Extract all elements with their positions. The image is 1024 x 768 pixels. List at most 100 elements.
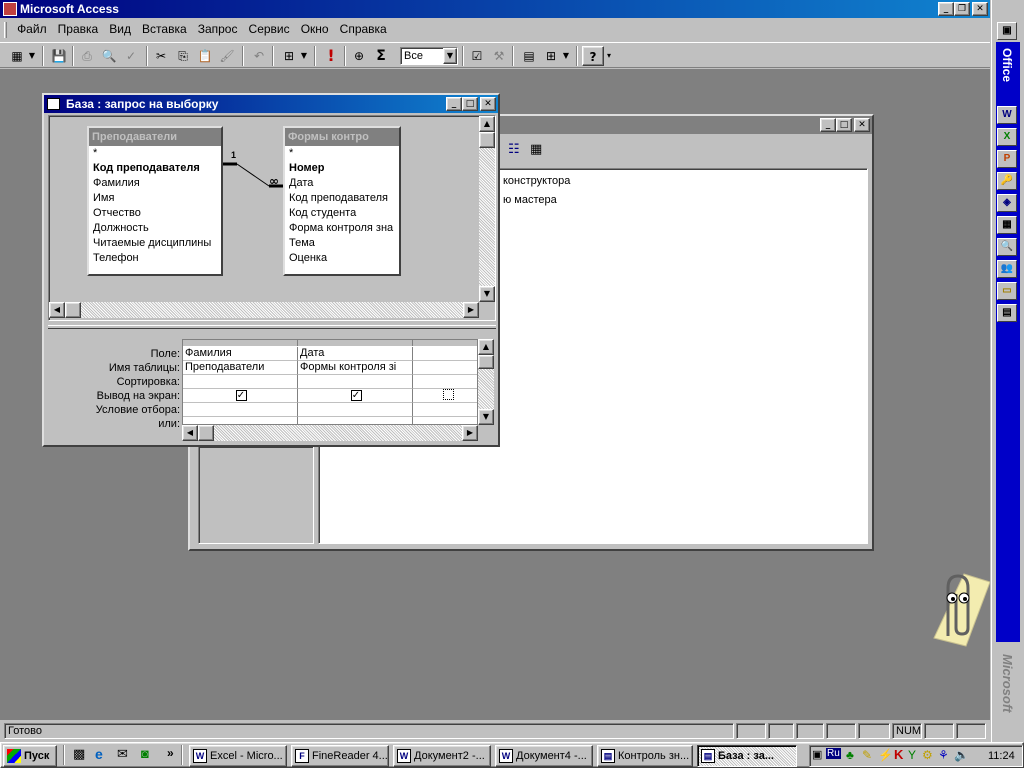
- query-type-icon[interactable]: ⊞: [278, 46, 300, 66]
- scroll-thumb[interactable]: [65, 302, 81, 318]
- users-icon[interactable]: 👥: [997, 260, 1017, 278]
- internet-explorer-icon[interactable]: e: [95, 746, 103, 762]
- grid-sort-cell[interactable]: [413, 375, 477, 389]
- show-desktop-icon[interactable]: ▩: [73, 747, 85, 762]
- tray-app-icon[interactable]: ⚘: [938, 748, 949, 762]
- channels-icon[interactable]: ◙: [141, 746, 149, 761]
- grid-or-cell[interactable]: [183, 417, 298, 424]
- access-icon[interactable]: 🔑: [997, 172, 1017, 190]
- close-button[interactable]: ✕: [972, 2, 988, 16]
- cut-icon[interactable]: ✂: [150, 46, 172, 66]
- scroll-thumb[interactable]: [479, 132, 495, 148]
- field-list-item[interactable]: Отчество: [89, 206, 221, 221]
- db-close-button[interactable]: ✕: [854, 118, 870, 132]
- show-checkbox[interactable]: ✓: [235, 390, 247, 401]
- details-view-icon[interactable]: ▦: [530, 142, 542, 157]
- db-maximize-button[interactable]: □: [836, 118, 852, 132]
- field-list-item[interactable]: *: [285, 146, 399, 161]
- clock[interactable]: 11:24: [988, 750, 1015, 762]
- column-selector[interactable]: [413, 340, 477, 346]
- field-list-item[interactable]: *: [89, 146, 221, 161]
- task-document4[interactable]: W Документ4 -...: [495, 745, 593, 767]
- scroll-left-icon[interactable]: ◀: [49, 302, 65, 318]
- query-window-titlebar[interactable]: База : запрос на выборку _ □ ✕: [44, 95, 498, 113]
- preview-icon[interactable]: 🔍: [98, 46, 120, 66]
- menu-view[interactable]: Вид: [105, 19, 135, 39]
- volume-icon[interactable]: 🔈: [954, 748, 969, 762]
- start-button[interactable]: Пуск: [3, 745, 57, 767]
- task-document2[interactable]: W Документ2 -...: [393, 745, 491, 767]
- outlook-icon[interactable]: ✉: [117, 746, 128, 762]
- new-object-dropdown-icon[interactable]: ▼: [560, 46, 572, 66]
- grid-show-cell[interactable]: ✓: [183, 389, 298, 403]
- field-list-item[interactable]: Имя: [89, 191, 221, 206]
- field-list-item[interactable]: Оценка: [285, 251, 399, 266]
- scroll-left-icon[interactable]: ◀: [182, 425, 198, 441]
- tray-app-icon[interactable]: ⚡: [878, 748, 893, 762]
- query-close-button[interactable]: ✕: [480, 97, 496, 111]
- grid-show-cell[interactable]: [413, 389, 477, 403]
- table-pane-hscroll[interactable]: ◀ ▶: [49, 302, 479, 318]
- field-list-item[interactable]: Номер: [285, 161, 399, 176]
- grid-show-cell[interactable]: ✓: [298, 389, 413, 403]
- menu-file[interactable]: Файл: [13, 19, 51, 39]
- help-icon[interactable]: ?: [582, 46, 604, 66]
- build-icon[interactable]: ⚒: [488, 46, 510, 66]
- show-checkbox[interactable]: ✓: [350, 390, 362, 401]
- database-window-icon[interactable]: ▤: [518, 46, 540, 66]
- grid-criteria-cell[interactable]: [298, 403, 413, 417]
- word-icon[interactable]: W: [997, 106, 1017, 124]
- scroll-up-icon[interactable]: ▲: [479, 116, 495, 132]
- table-title[interactable]: Преподаватели: [89, 128, 221, 146]
- tray-app-icon[interactable]: K: [894, 747, 903, 762]
- field-list-item[interactable]: Телефон: [89, 251, 221, 266]
- show-checkbox[interactable]: [443, 389, 454, 400]
- task-excel[interactable]: W Excel - Micro...: [189, 745, 287, 767]
- task-finereader[interactable]: F FineReader 4...: [291, 745, 389, 767]
- grid-criteria-cell[interactable]: [183, 403, 298, 417]
- field-list-item[interactable]: Код студента: [285, 206, 399, 221]
- scroll-up-icon[interactable]: ▲: [478, 339, 494, 355]
- menu-edit[interactable]: Правка: [54, 19, 103, 39]
- run-icon[interactable]: !: [320, 46, 342, 66]
- menu-tools[interactable]: Сервис: [245, 19, 294, 39]
- scroll-right-icon[interactable]: ▶: [463, 302, 479, 318]
- grid-criteria-cell[interactable]: [413, 403, 477, 417]
- scroll-right-icon[interactable]: ▶: [462, 425, 478, 441]
- totals-icon[interactable]: Σ: [370, 46, 392, 66]
- list-view-icon[interactable]: ☷: [508, 142, 520, 157]
- tray-app-icon[interactable]: ✎: [862, 748, 872, 762]
- query-design-window[interactable]: База : запрос на выборку _ □ ✕ Преподава…: [42, 93, 500, 447]
- minimize-button[interactable]: _: [938, 2, 954, 16]
- top-values-combo[interactable]: Все ▼: [400, 47, 458, 65]
- tray-app-icon[interactable]: Y: [908, 748, 916, 762]
- language-indicator[interactable]: Ru: [826, 748, 841, 759]
- field-list-item[interactable]: Код преподавателя: [89, 161, 221, 176]
- show-table-icon[interactable]: ⊕: [348, 46, 370, 66]
- query-minimize-button[interactable]: _: [446, 97, 462, 111]
- grid-field-cell[interactable]: Фамилия: [183, 347, 298, 361]
- combo-dropdown-icon[interactable]: ▼: [443, 48, 457, 64]
- new-object-icon[interactable]: ⊞: [540, 46, 562, 66]
- save-icon[interactable]: 💾: [48, 46, 70, 66]
- binder-icon[interactable]: ◈: [997, 194, 1017, 212]
- list-item[interactable]: ю мастера: [503, 194, 557, 206]
- grid-or-cell[interactable]: [298, 417, 413, 424]
- format-painter-icon[interactable]: 🖌: [216, 46, 238, 66]
- scroll-thumb[interactable]: [478, 355, 494, 369]
- list-item[interactable]: конструктора: [503, 175, 570, 187]
- task-kontrol[interactable]: ▤ Контроль зн...: [597, 745, 693, 767]
- column-selector[interactable]: [183, 340, 298, 346]
- find-icon[interactable]: 🔍: [997, 238, 1017, 256]
- field-list-item[interactable]: Форма контроля зна: [285, 221, 399, 236]
- field-list-item[interactable]: Код преподавателя: [285, 191, 399, 206]
- powerpoint-icon[interactable]: P: [997, 150, 1017, 168]
- menu-query[interactable]: Запрос: [194, 19, 242, 39]
- column-selector[interactable]: [298, 340, 413, 346]
- scroll-down-icon[interactable]: ▼: [478, 409, 494, 425]
- view-dropdown-icon[interactable]: ▼: [26, 46, 38, 66]
- tray-app-icon[interactable]: ⚙: [922, 748, 933, 762]
- field-list-item[interactable]: Читаемые дисциплины: [89, 236, 221, 251]
- task-baza[interactable]: ▤ База : за...: [697, 745, 797, 767]
- scroll-down-icon[interactable]: ▼: [479, 286, 495, 302]
